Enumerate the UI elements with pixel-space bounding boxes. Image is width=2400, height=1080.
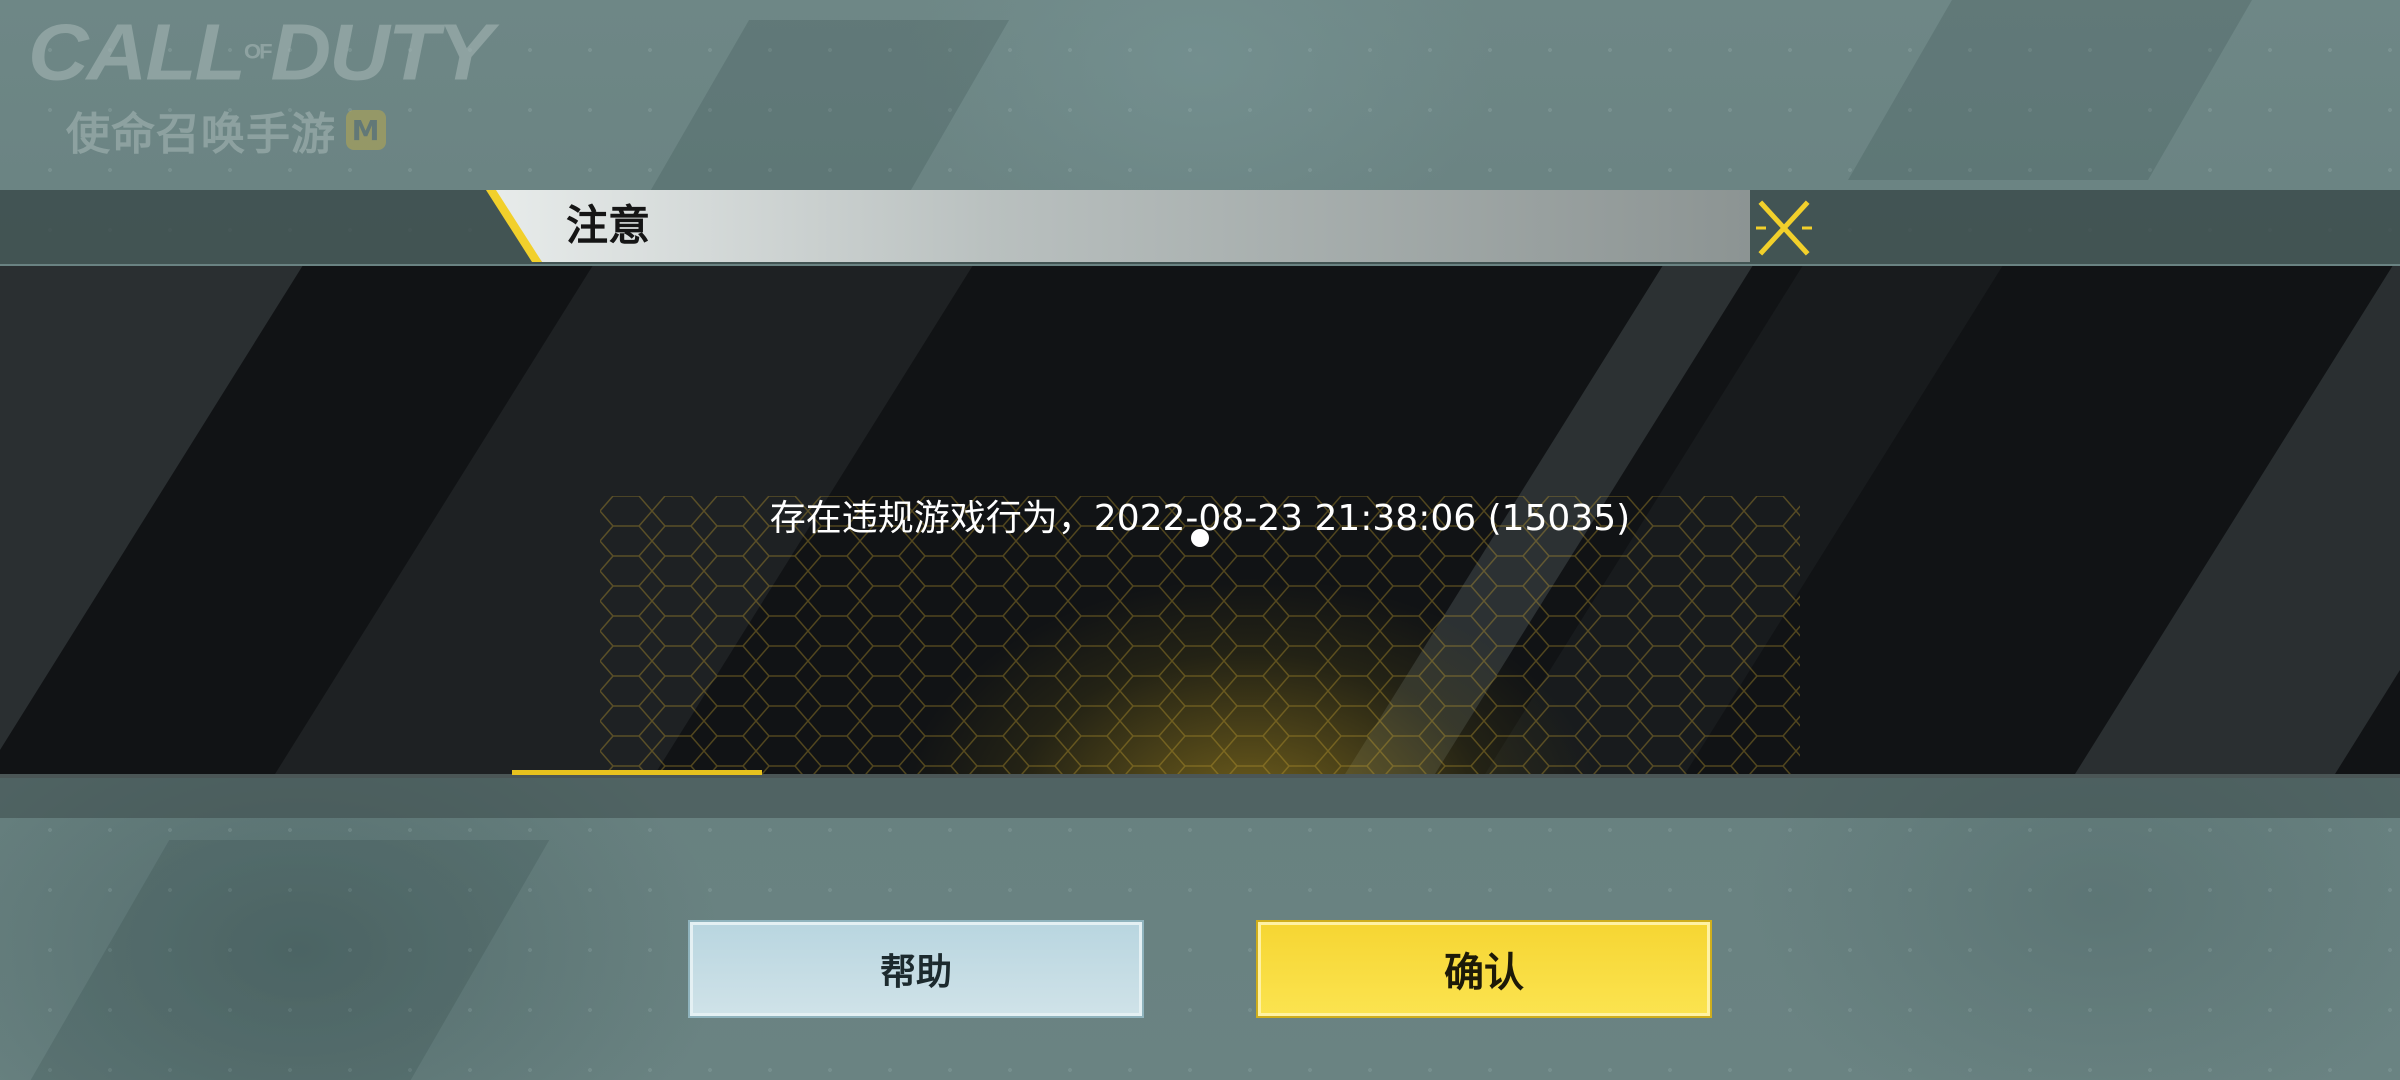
game-screen: CALLOFDUTY 使命召唤手游 M 注意 存在违规游戏行为，2022-08-… [0,0,2400,1080]
logo-title: CALLOFDUTY [28,12,493,92]
help-button[interactable]: 帮助 [688,920,1144,1018]
body-yellow-accent-line [512,770,762,775]
logo-word-call: CALL [28,7,246,97]
logo-subtitle-text: 使命召唤手游 [66,109,336,160]
touch-indicator [1191,529,1209,547]
game-logo: CALLOFDUTY 使命召唤手游 M [28,10,493,162]
logo-m-badge: M [346,110,386,150]
confirm-button[interactable]: 确认 [1256,920,1712,1018]
logo-subtitle: 使命召唤手游 M [66,98,448,162]
dialog-title-plate [490,190,1750,262]
dialog-title: 注意 [566,201,651,250]
close-x-icon [1756,200,1812,256]
logo-word-of: OF [243,39,273,64]
body-under-shadow [0,778,2400,818]
logo-word-duty: DUTY [270,7,494,97]
confirm-button-label: 确认 [1444,950,1524,996]
help-button-label: 帮助 [879,952,952,993]
close-button[interactable] [1752,196,1816,260]
